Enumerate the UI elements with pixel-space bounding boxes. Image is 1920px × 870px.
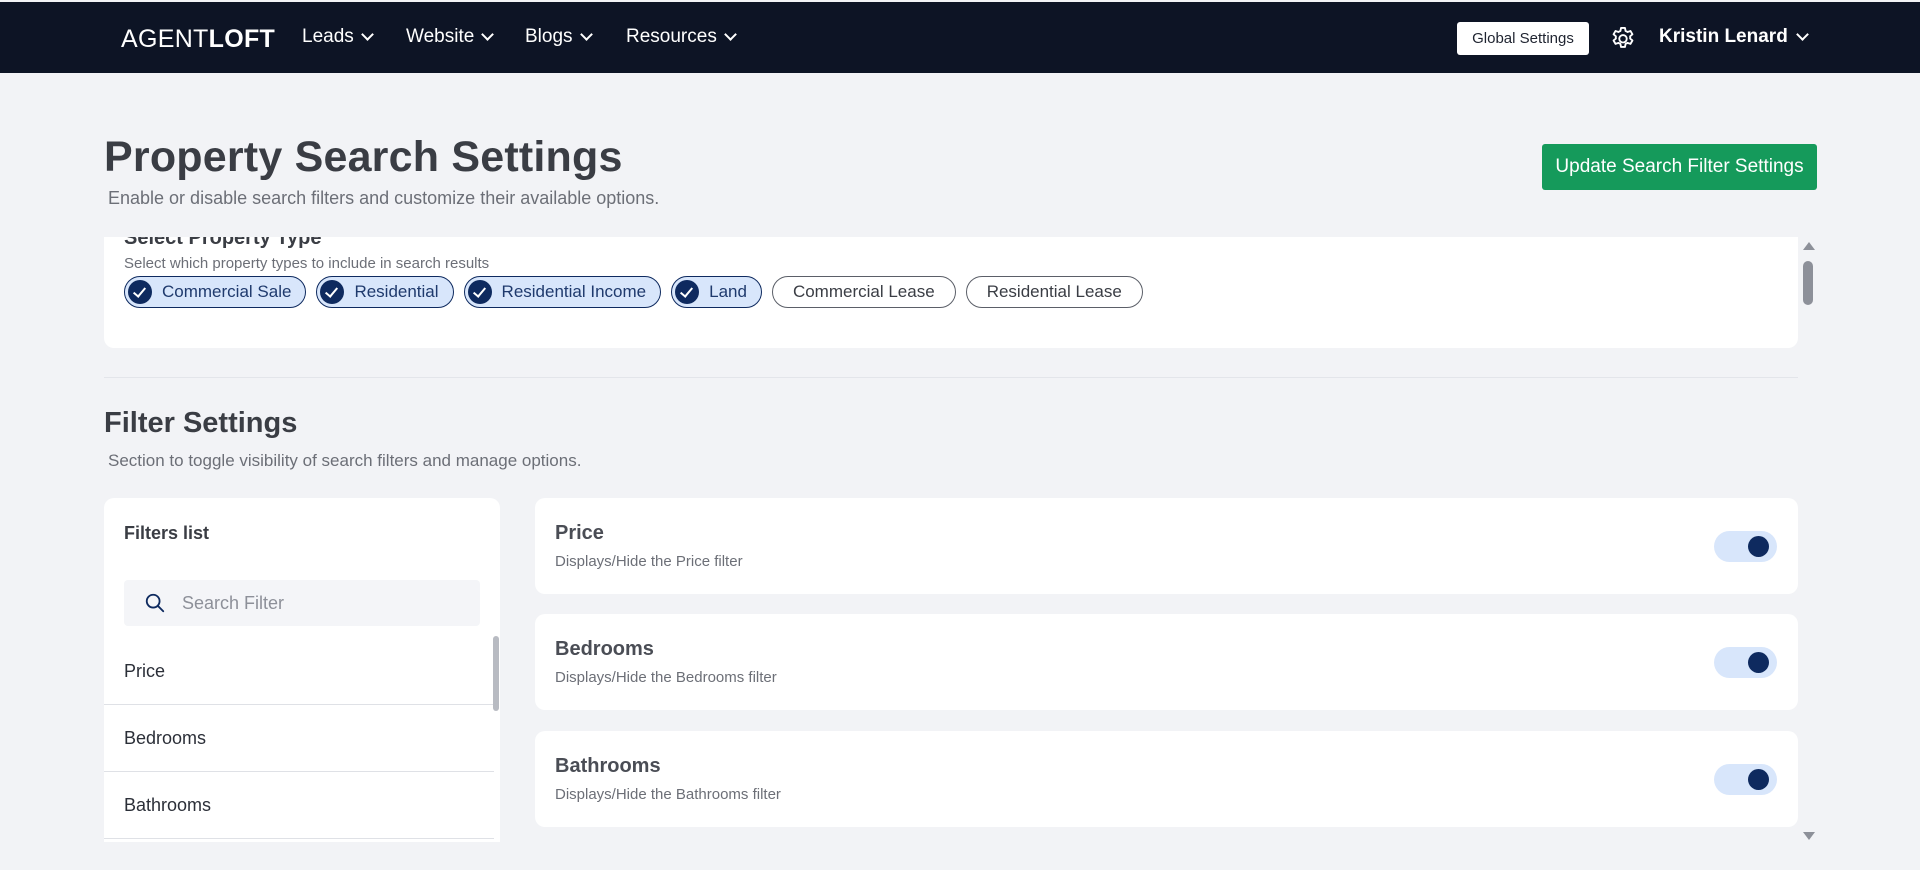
nav-resources[interactable]: Resources [626, 26, 737, 48]
user-menu[interactable]: Kristin Lenard [1659, 26, 1809, 48]
bathrooms-filter-toggle[interactable] [1714, 764, 1777, 795]
chevron-down-icon [481, 28, 495, 41]
property-type-subtitle: Select which property types to include i… [124, 255, 490, 272]
filter-card-price: Price Displays/Hide the Price filter [535, 498, 1798, 594]
filters-list-panel: Filters list Price Bedrooms Bathrooms [104, 498, 500, 842]
chip-residential-income[interactable]: Residential Income [463, 276, 662, 308]
search-filter-input[interactable] [182, 580, 472, 626]
page-subtitle: Enable or disable search filters and cus… [108, 188, 660, 208]
nav-website[interactable]: Website [406, 26, 495, 48]
nav-blogs-label: Blogs [525, 26, 573, 47]
property-type-chips: Commercial Sale Residential Residential … [124, 276, 1143, 308]
filter-description: Displays/Hide the Bedrooms filter [555, 669, 777, 686]
chip-label: Residential [354, 282, 439, 301]
check-icon [320, 280, 345, 304]
list-item-label: Bathrooms [124, 794, 212, 815]
chip-label: Residential Income [501, 282, 647, 301]
toggle-knob [1748, 769, 1769, 790]
nav-leads[interactable]: Leads [302, 26, 374, 48]
scroll-up-arrow-icon[interactable] [1803, 242, 1815, 250]
filter-title: Bathrooms [555, 755, 661, 777]
filter-title: Price [555, 522, 604, 544]
filters-list-item-bedrooms[interactable]: Bedrooms [104, 705, 494, 772]
chevron-down-icon [1795, 28, 1809, 41]
update-search-filter-settings-button[interactable]: Update Search Filter Settings [1542, 144, 1817, 190]
chip-label: Commercial Lease [792, 282, 935, 301]
filter-search-box [124, 580, 480, 626]
check-icon [467, 280, 492, 304]
chip-residential[interactable]: Residential [316, 276, 454, 308]
chip-land[interactable]: Land [671, 276, 762, 308]
user-name: Kristin Lenard [1659, 26, 1788, 47]
filter-settings-title: Filter Settings [104, 407, 298, 439]
filters-list-item-bathrooms[interactable]: Bathrooms [104, 772, 494, 839]
price-filter-toggle[interactable] [1714, 531, 1777, 562]
filters-list-item-price[interactable]: Price [104, 638, 494, 705]
chip-label: Residential Lease [986, 282, 1122, 301]
global-settings-button[interactable]: Global Settings [1457, 22, 1589, 55]
chip-label: Land [709, 282, 747, 301]
search-icon [145, 593, 165, 613]
nav-leads-label: Leads [302, 26, 354, 47]
chip-commercial-lease[interactable]: Commercial Lease [771, 276, 956, 308]
chevron-down-icon [579, 28, 593, 41]
chip-commercial-sale[interactable]: Commercial Sale [124, 276, 307, 308]
property-type-title: Select Property Type [124, 237, 322, 249]
top-navbar: AGENTLOFT Leads Website Blogs Resources … [0, 2, 1920, 73]
agentloft-logo[interactable]: AGENTLOFT [121, 25, 275, 54]
toggle-knob [1748, 536, 1769, 557]
page-title: Property Search Settings [104, 133, 623, 181]
chip-residential-lease[interactable]: Residential Lease [965, 276, 1143, 308]
filters-list-title: Filters list [124, 523, 210, 543]
scrollbar-thumb[interactable] [1803, 261, 1813, 305]
chevron-down-icon [360, 28, 374, 41]
settings-scroll-area[interactable]: Select Property Type Select which proper… [104, 237, 1798, 842]
list-item-label: Price [124, 660, 166, 681]
filter-card-bathrooms: Bathrooms Displays/Hide the Bathrooms fi… [535, 731, 1798, 827]
scroll-down-arrow-icon[interactable] [1803, 832, 1815, 840]
chip-label: Commercial Sale [162, 282, 292, 301]
bedrooms-filter-toggle[interactable] [1714, 647, 1777, 678]
page-scrollbar[interactable] [1800, 237, 1816, 842]
filter-description: Displays/Hide the Price filter [555, 553, 743, 570]
list-item-label: Bedrooms [124, 727, 207, 748]
filter-card-bedrooms: Bedrooms Displays/Hide the Bedrooms filt… [535, 614, 1798, 710]
chevron-down-icon [723, 28, 737, 41]
nav-blogs[interactable]: Blogs [525, 26, 593, 48]
check-icon [128, 280, 152, 304]
filter-description: Displays/Hide the Bathrooms filter [555, 786, 781, 803]
check-icon [675, 280, 700, 304]
property-type-card: Select Property Type Select which proper… [104, 237, 1798, 348]
nav-website-label: Website [406, 26, 475, 47]
section-divider [104, 377, 1798, 378]
toggle-knob [1748, 652, 1769, 673]
nav-resources-label: Resources [626, 26, 717, 47]
filters-list-scrollbar[interactable] [493, 636, 499, 711]
gear-icon[interactable] [1609, 25, 1637, 53]
filter-settings-subtitle: Section to toggle visibility of search f… [108, 451, 582, 470]
filter-title: Bedrooms [555, 638, 654, 660]
